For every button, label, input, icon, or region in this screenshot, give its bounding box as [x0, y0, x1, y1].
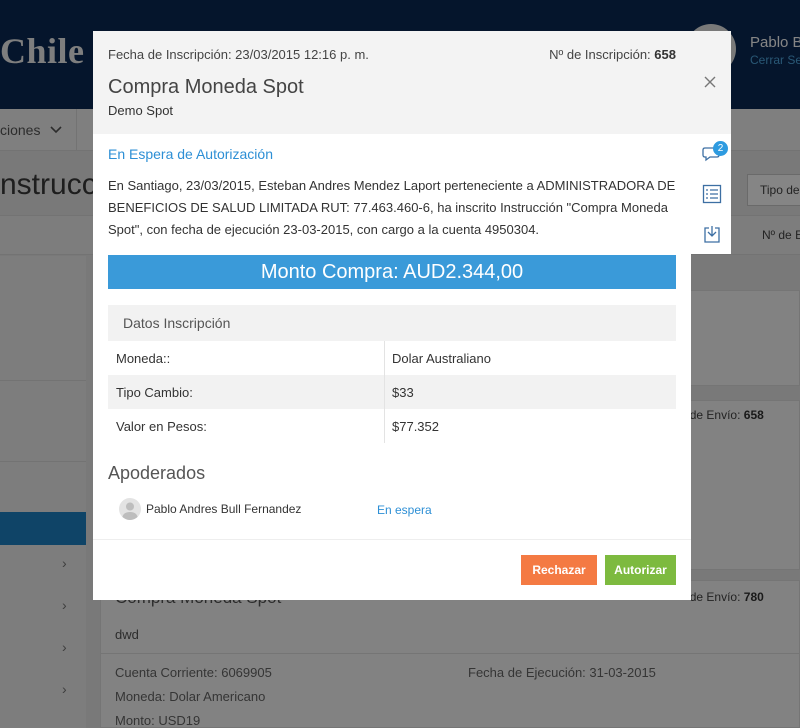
download-icon[interactable] [702, 224, 722, 244]
instruction-detail-modal: Fecha de Inscripción: 23/03/2015 12:16 p… [93, 31, 691, 600]
modal-tool-panel: 2 [691, 31, 731, 254]
row-value: Dolar Australiano [392, 351, 491, 366]
cell-divider [384, 375, 385, 409]
table-row: Moneda:: Dolar Australiano [108, 341, 676, 375]
comments-badge: 2 [713, 141, 728, 156]
row-value: $33 [392, 385, 414, 400]
table-title: Datos Inscripción [108, 305, 676, 341]
modal-header: Fecha de Inscripción: 23/03/2015 12:16 p… [93, 31, 691, 134]
person-avatar-icon [119, 498, 141, 520]
inscription-date: Fecha de Inscripción: 23/03/2015 12:16 p… [108, 47, 369, 62]
cell-divider [384, 409, 385, 443]
status-text: En Espera de Autorización [108, 146, 273, 162]
instruction-description: En Santiago, 23/03/2015, Esteban Andres … [108, 178, 676, 237]
inscription-number: Nº de Inscripción: 658 [549, 47, 676, 62]
reject-button[interactable]: Rechazar [521, 555, 597, 585]
row-value: $77.352 [392, 419, 439, 434]
row-label: Valor en Pesos: [116, 419, 207, 434]
apoderados-title: Apoderados [108, 463, 206, 483]
table-row: Valor en Pesos: $77.352 [108, 409, 676, 443]
apoderado-name: Pablo Andres Bull Fernandez [146, 502, 302, 516]
inscription-data-table: Datos Inscripción Moneda:: Dolar Austral… [108, 305, 676, 443]
footer-divider [93, 539, 691, 540]
close-area [691, 31, 731, 134]
modal-title: Compra Moneda Spot [108, 76, 304, 98]
cell-divider [384, 341, 385, 375]
amount-banner: Monto Compra: AUD2.344,00 [108, 255, 676, 289]
table-row: Tipo Cambio: $33 [108, 375, 676, 409]
close-icon[interactable] [704, 71, 716, 94]
apoderado-status: En espera [377, 503, 432, 517]
row-label: Moneda:: [116, 351, 171, 366]
modal-subtitle: Demo Spot [108, 103, 174, 118]
list-icon[interactable] [702, 184, 722, 204]
authorize-button[interactable]: Autorizar [605, 555, 676, 585]
row-label: Tipo Cambio: [116, 385, 193, 400]
